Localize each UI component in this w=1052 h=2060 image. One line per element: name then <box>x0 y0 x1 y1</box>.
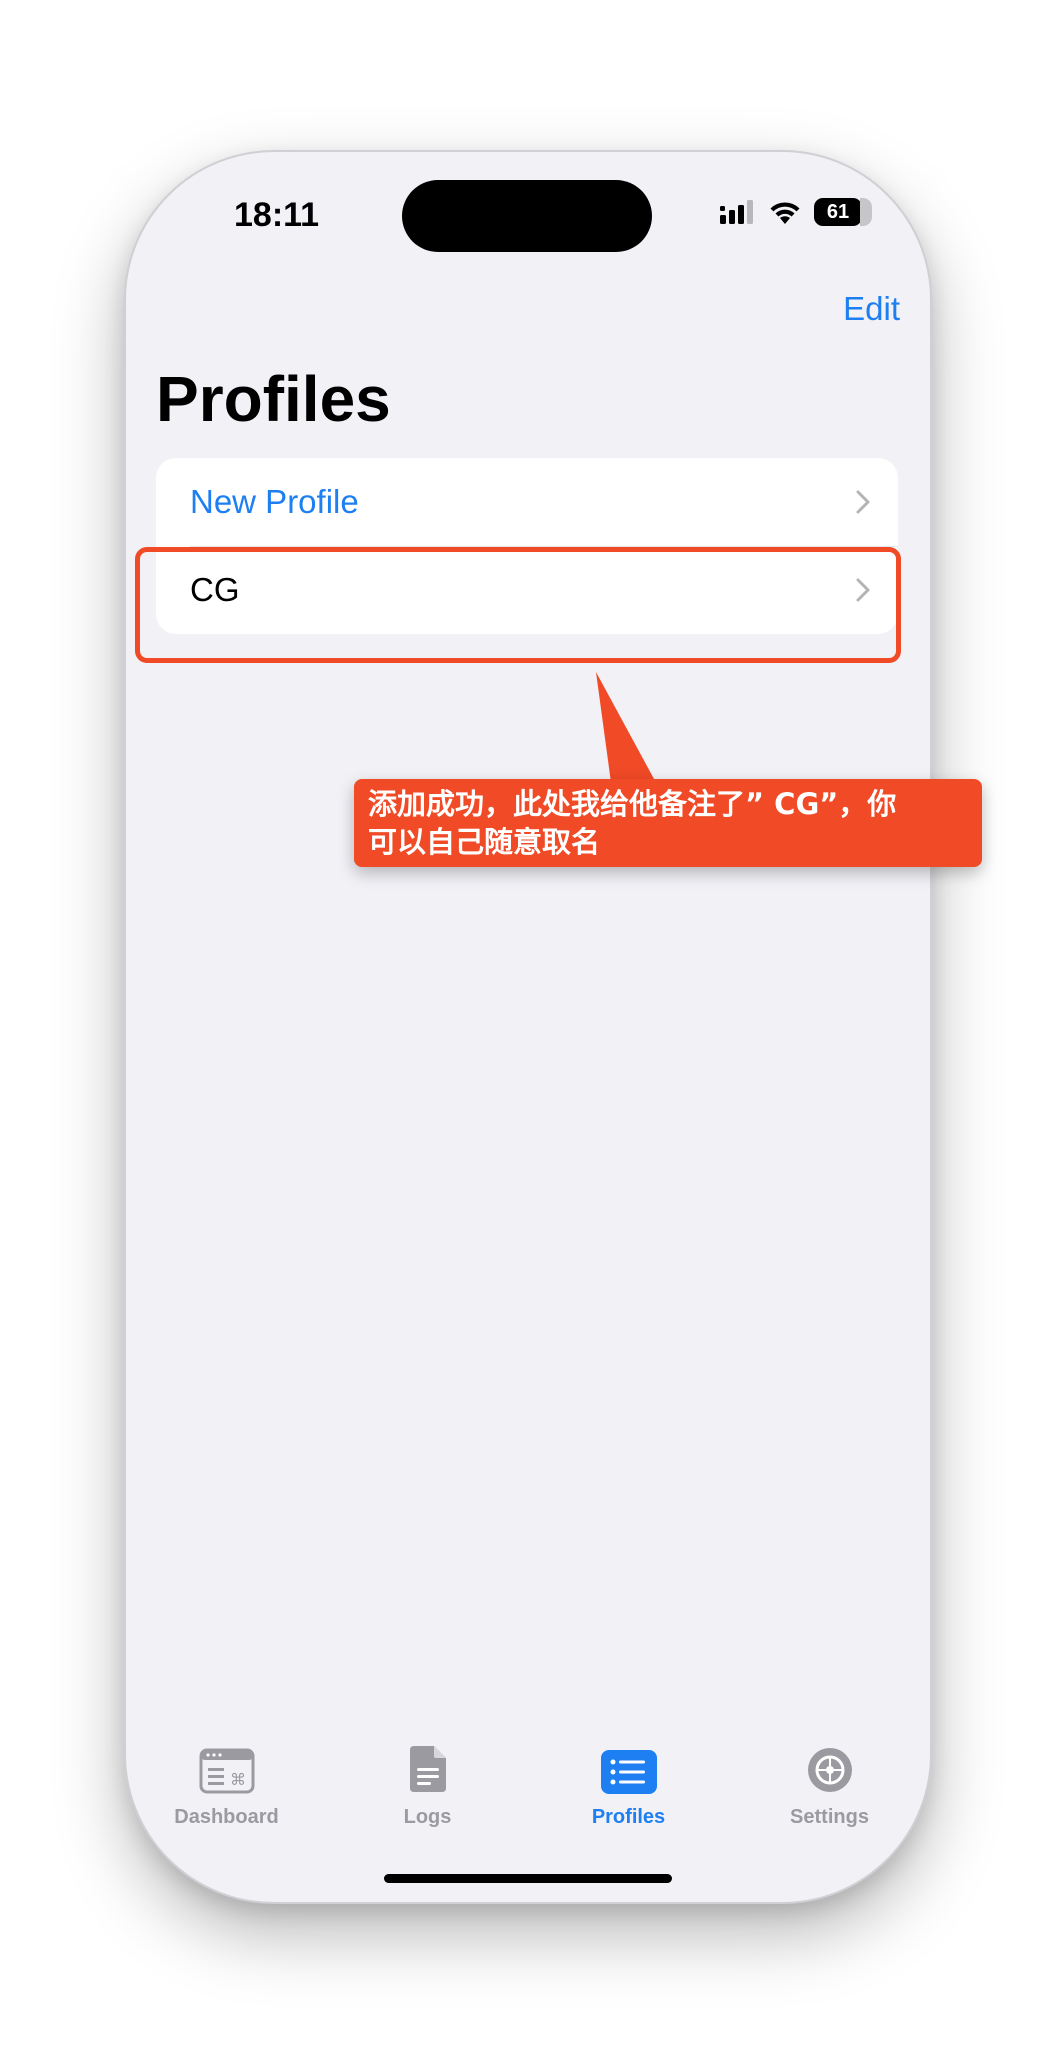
screenshot-stage: 18:11 61 Edit Profiles New Profile CG ⌘ … <box>0 0 1052 2060</box>
annotation-callout: 添加成功，此处我给他备注了” CG”，你 可以自己随意取名 <box>354 779 982 867</box>
annotation-text-line1: 添加成功，此处我给他备注了” CG”，你 <box>368 787 897 821</box>
annotation-text-line2: 可以自己随意取名 <box>368 825 601 859</box>
annotation-callout-tail <box>596 672 660 790</box>
